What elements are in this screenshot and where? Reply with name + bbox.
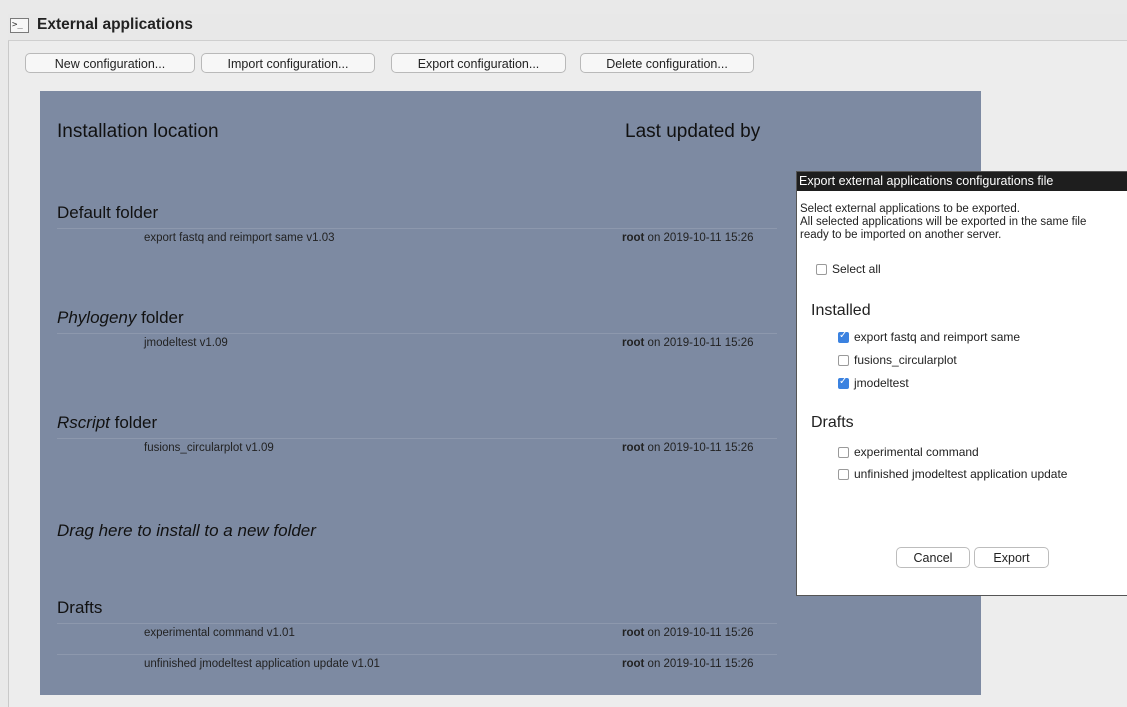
drop-zone-hint[interactable]: Drag here to install to a new folder [57, 521, 316, 541]
checkbox-jmodeltest[interactable] [838, 376, 849, 389]
import-configuration-button[interactable]: Import configuration... [201, 53, 375, 73]
checkbox-fusions-circularplot[interactable] [838, 355, 849, 366]
folder-label-drafts: Drafts [57, 598, 103, 617]
dialog-description: Select external applications to be expor… [800, 203, 1020, 215]
page-title: External applications [37, 16, 193, 33]
checkbox-unfinished-jmodeltest[interactable] [838, 469, 849, 480]
checkbox-label[interactable]: export fastq and reimport same [854, 330, 1020, 344]
checkbox-experimental-command[interactable] [838, 447, 849, 458]
table-row[interactable]: export fastq and reimport same v1.03 roo… [57, 228, 777, 251]
app-name: unfinished jmodeltest application update… [144, 658, 380, 670]
export-dialog: Export external applications configurati… [796, 171, 1127, 596]
installed-heading: Installed [811, 302, 871, 319]
table-row[interactable]: unfinished jmodeltest application update… [57, 654, 777, 677]
last-updated: root on 2019-10-11 15:26 [622, 337, 754, 349]
app-name: export fastq and reimport same v1.03 [144, 232, 335, 244]
new-configuration-button[interactable]: New configuration... [25, 53, 195, 73]
dialog-description: ready to be imported on another server. [800, 229, 1002, 241]
app-name: jmodeltest v1.09 [144, 337, 228, 349]
table-row[interactable]: experimental command v1.01 root on 2019-… [57, 623, 777, 646]
folder-label-phylogeny: Phylogeny folder [57, 308, 184, 327]
table-row[interactable]: jmodeltest v1.09 root on 2019-10-11 15:2… [57, 333, 777, 356]
dialog-description: All selected applications will be export… [800, 216, 1087, 228]
checkbox-label[interactable]: experimental command [854, 445, 979, 459]
select-all-checkbox[interactable] [816, 264, 827, 275]
checkbox-export-fastq[interactable] [838, 330, 849, 343]
last-updated: root on 2019-10-11 15:26 [622, 232, 754, 244]
column-header-location: Installation location [57, 121, 219, 142]
checkbox-label[interactable]: fusions_circularplot [854, 353, 957, 367]
terminal-icon: >_ [10, 18, 29, 33]
last-updated: root on 2019-10-11 15:26 [622, 658, 754, 670]
folder-label-rscript: Rscript folder [57, 413, 158, 432]
checkbox-label[interactable]: unfinished jmodeltest application update [854, 467, 1067, 481]
export-button[interactable]: Export [974, 547, 1049, 568]
table-row[interactable]: fusions_circularplot v1.09 root on 2019-… [57, 438, 777, 461]
column-header-updated: Last updated by [625, 121, 761, 142]
select-all-label[interactable]: Select all [832, 262, 881, 276]
cancel-button[interactable]: Cancel [896, 547, 970, 568]
delete-configuration-button[interactable]: Delete configuration... [580, 53, 754, 73]
app-name: experimental command v1.01 [144, 627, 295, 639]
drafts-heading: Drafts [811, 414, 854, 431]
last-updated: root on 2019-10-11 15:26 [622, 627, 754, 639]
checkbox-label[interactable]: jmodeltest [854, 376, 909, 390]
export-configuration-button[interactable]: Export configuration... [391, 53, 566, 73]
app-name: fusions_circularplot v1.09 [144, 442, 274, 454]
last-updated: root on 2019-10-11 15:26 [622, 442, 754, 454]
folder-label-default: Default folder [57, 203, 159, 222]
dialog-title: Export external applications configurati… [797, 172, 1127, 191]
